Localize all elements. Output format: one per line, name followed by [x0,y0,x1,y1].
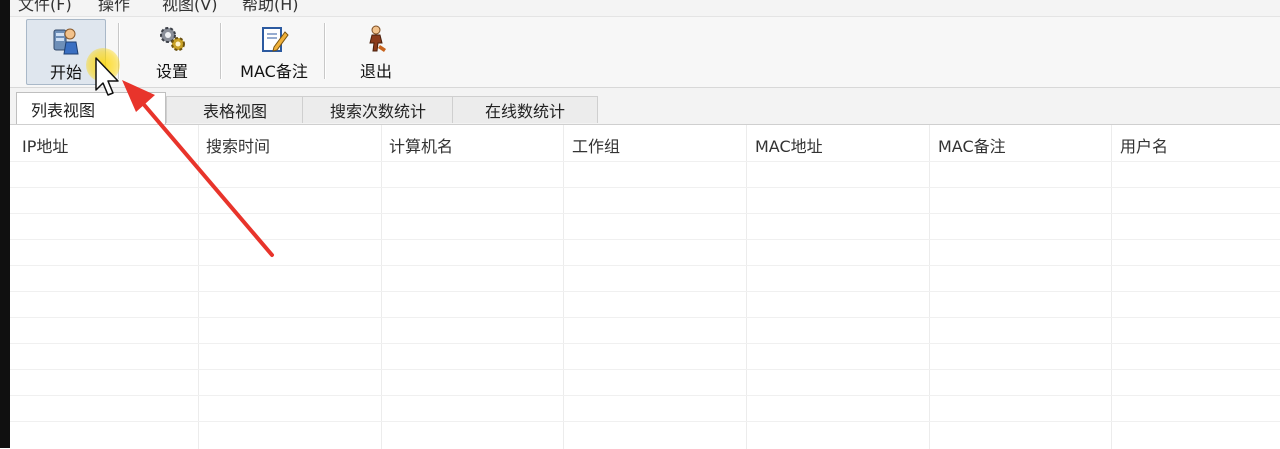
mouse-pointer-icon [95,57,119,96]
annotation-overlay [95,57,274,257]
red-arrow-annotation [122,80,274,257]
app-window: 文件(F) 操作 视图(V) 帮助(H) 开始 设置 MAC备注 退出 列表视图… [0,0,1280,449]
